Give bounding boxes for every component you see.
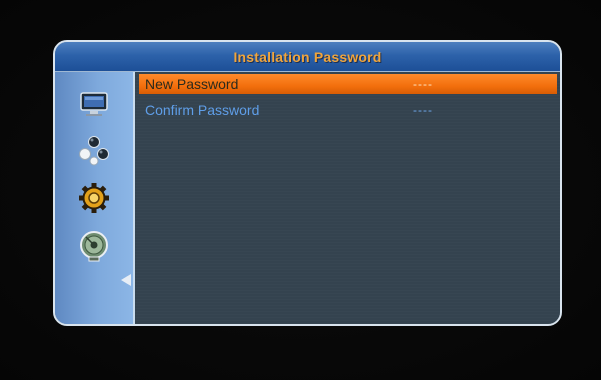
gear-settings-icon[interactable] bbox=[77, 182, 111, 214]
dialog-title-bar: Installation Password bbox=[55, 42, 560, 72]
tv-monitor-icon[interactable] bbox=[77, 88, 111, 120]
tv-screen: Installation Password New Password ---- … bbox=[0, 0, 601, 380]
satellite-dish-icon[interactable] bbox=[77, 230, 111, 262]
selection-pointer-icon bbox=[121, 274, 131, 286]
new-password-field[interactable]: New Password ---- bbox=[139, 74, 557, 94]
sidebar-menu bbox=[55, 72, 135, 324]
confirm-password-label: Confirm Password bbox=[145, 102, 260, 118]
confirm-password-value[interactable]: ---- bbox=[413, 103, 433, 117]
installation-password-dialog: Installation Password New Password ---- … bbox=[53, 40, 562, 326]
new-password-label: New Password bbox=[145, 76, 239, 92]
new-password-value[interactable]: ---- bbox=[413, 77, 433, 91]
confirm-password-field[interactable]: Confirm Password ---- bbox=[139, 100, 557, 120]
channel-balls-icon[interactable] bbox=[77, 134, 111, 166]
password-form: New Password ---- Confirm Password ---- bbox=[135, 72, 560, 324]
dialog-title: Installation Password bbox=[233, 48, 382, 65]
